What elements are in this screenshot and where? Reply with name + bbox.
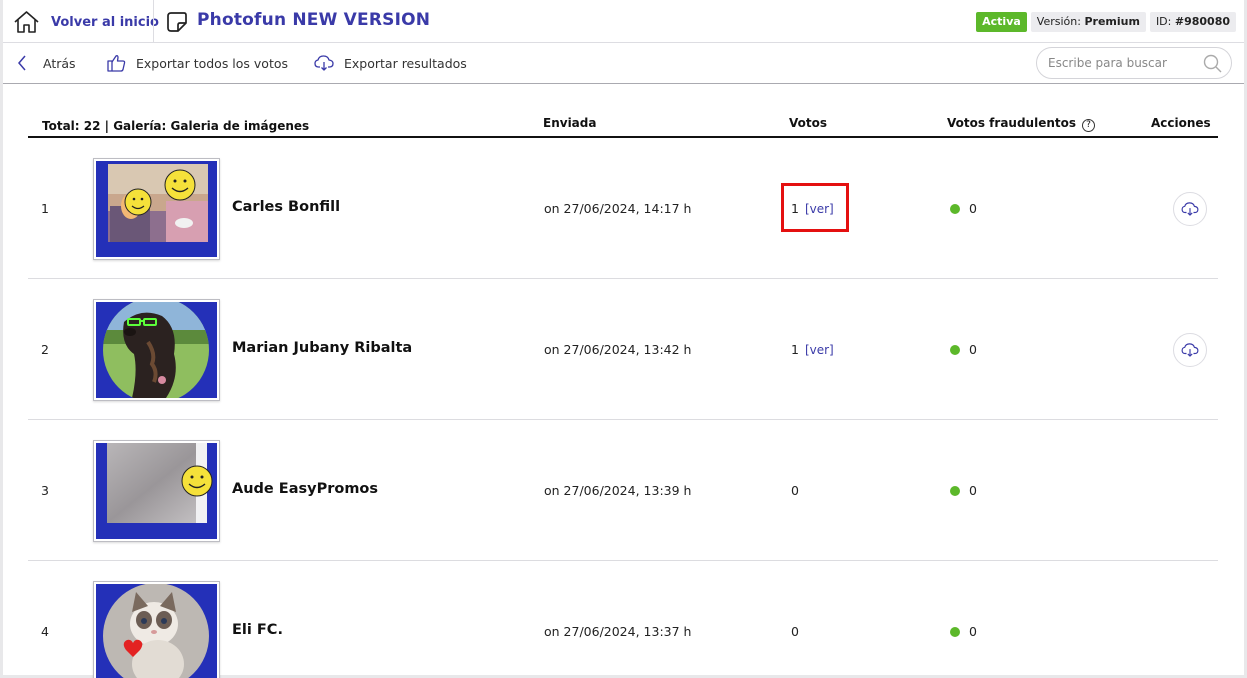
status-dot — [950, 344, 960, 355]
divider — [153, 0, 154, 43]
table-row: 2 Marian Jubany Ribalta on 27/06/2024, 1… — [28, 279, 1218, 420]
fraud-votes-value: 0 — [969, 624, 977, 639]
row-index: 3 — [41, 483, 49, 498]
download-button[interactable] — [1173, 192, 1207, 226]
participant-name: Aude EasyPromos — [232, 481, 379, 497]
status-badge: Activa — [976, 12, 1027, 32]
photo-dog — [96, 302, 217, 398]
id-badge: ID: #980080 — [1149, 12, 1236, 32]
vote-count-value: 1 — [791, 342, 799, 357]
export-results-button[interactable]: Exportar resultados — [314, 53, 467, 73]
photo-blurred — [96, 443, 217, 539]
table-summary: Total: 22 | Galería: Galeria de imágenes — [42, 119, 310, 133]
photo-image — [108, 164, 208, 242]
export-results-label: Exportar resultados — [344, 55, 467, 71]
status-dot — [950, 626, 960, 637]
export-votes-button[interactable]: Exportar todos los votos — [107, 53, 288, 73]
fraud-votes: 0 — [950, 624, 977, 639]
app-title: Photofun NEW VERSION — [197, 10, 431, 30]
photo-image — [103, 584, 209, 678]
id-prefix: ID: — [1155, 15, 1172, 28]
download-button[interactable] — [1173, 333, 1207, 367]
submission-date: on 27/06/2024, 13:37 h — [544, 624, 692, 639]
participant-name: Marian Jubany Ribalta — [232, 340, 413, 356]
search-box — [1036, 47, 1232, 79]
row-index: 1 — [41, 201, 49, 216]
search-icon[interactable] — [1203, 54, 1222, 73]
fraud-votes: 0 — [950, 201, 977, 216]
cloud-download-icon — [314, 55, 334, 71]
column-header-fraud: Votos fraudulentos? — [947, 116, 1096, 132]
table-row: 3 Aude EasyPromos on 27/06/2024, 13:39 h — [28, 420, 1218, 561]
sticker-icon — [167, 12, 187, 32]
back-button[interactable]: Atrás — [17, 53, 76, 73]
participant-name: Carles Bonfill — [232, 199, 341, 215]
table-header: Total: 22 | Galería: Galeria de imágenes… — [28, 110, 1218, 138]
vote-count: 0 — [791, 624, 799, 639]
fraud-votes: 0 — [950, 483, 977, 498]
export-votes-label: Exportar todos los votos — [136, 55, 289, 71]
fraud-votes-value: 0 — [969, 483, 977, 498]
top-bar: Volver al inicio Photofun NEW VERSION Ac… — [3, 0, 1244, 43]
photo-image — [107, 443, 213, 523]
vote-count-value: 0 — [791, 483, 799, 498]
photo-kids-icecream — [96, 161, 217, 257]
photo-kitten — [96, 584, 217, 678]
fraud-votes-value: 0 — [969, 201, 977, 216]
column-header-votes: Votos — [789, 116, 827, 130]
fraud-votes-value: 0 — [969, 342, 977, 357]
highlight-box — [781, 183, 849, 232]
home-icon — [14, 11, 39, 33]
submission-date: on 27/06/2024, 14:17 h — [544, 201, 692, 216]
entry-thumbnail[interactable] — [93, 440, 220, 542]
table-row: 1 Carles Bonfill on 27/06/2024, 14:17 h … — [28, 138, 1218, 279]
vote-count: 1 [ver] — [791, 342, 834, 357]
entry-thumbnail[interactable] — [93, 299, 220, 401]
column-header-actions: Acciones — [1151, 116, 1211, 130]
status-badges: Activa Versión: Premium ID: #980080 — [976, 12, 1236, 32]
vote-count: 0 — [791, 483, 799, 498]
version-prefix: Versión: — [1036, 15, 1081, 28]
cloud-download-icon — [1181, 343, 1199, 357]
row-index: 2 — [41, 342, 49, 357]
back-label: Atrás — [43, 55, 76, 71]
home-link[interactable]: Volver al inicio — [13, 9, 159, 35]
status-dot — [950, 485, 960, 496]
toolbar: Atrás Exportar todos los votos Exportar … — [3, 43, 1244, 84]
thumbs-up-icon — [107, 55, 126, 72]
vote-count-value: 0 — [791, 624, 799, 639]
search-input[interactable] — [1048, 56, 1198, 70]
submission-date: on 27/06/2024, 13:39 h — [544, 483, 692, 498]
table-row: 4 Eli FC. on 27/06/2024, 13:37 h 0 0 — [28, 561, 1218, 678]
submission-date: on 27/06/2024, 13:42 h — [544, 342, 692, 357]
chevron-left-icon — [18, 55, 26, 71]
photo-image — [103, 302, 209, 398]
view-votes-link[interactable]: [ver] — [805, 343, 834, 357]
home-link-label: Volver al inicio — [51, 14, 159, 30]
column-header-sent: Enviada — [543, 116, 597, 130]
id-value: #980080 — [1174, 15, 1230, 28]
row-index: 4 — [41, 624, 49, 639]
entry-thumbnail[interactable] — [93, 158, 220, 260]
cloud-download-icon — [1181, 202, 1199, 216]
status-dot — [950, 203, 960, 214]
help-icon[interactable]: ? — [1082, 119, 1096, 132]
column-header-fraud-label: Votos fraudulentos — [947, 116, 1077, 130]
version-badge: Versión: Premium — [1030, 12, 1146, 32]
version-value: Premium — [1084, 15, 1140, 28]
fraud-votes: 0 — [950, 342, 977, 357]
entry-thumbnail[interactable] — [93, 581, 220, 678]
participant-name: Eli FC. — [232, 622, 283, 638]
